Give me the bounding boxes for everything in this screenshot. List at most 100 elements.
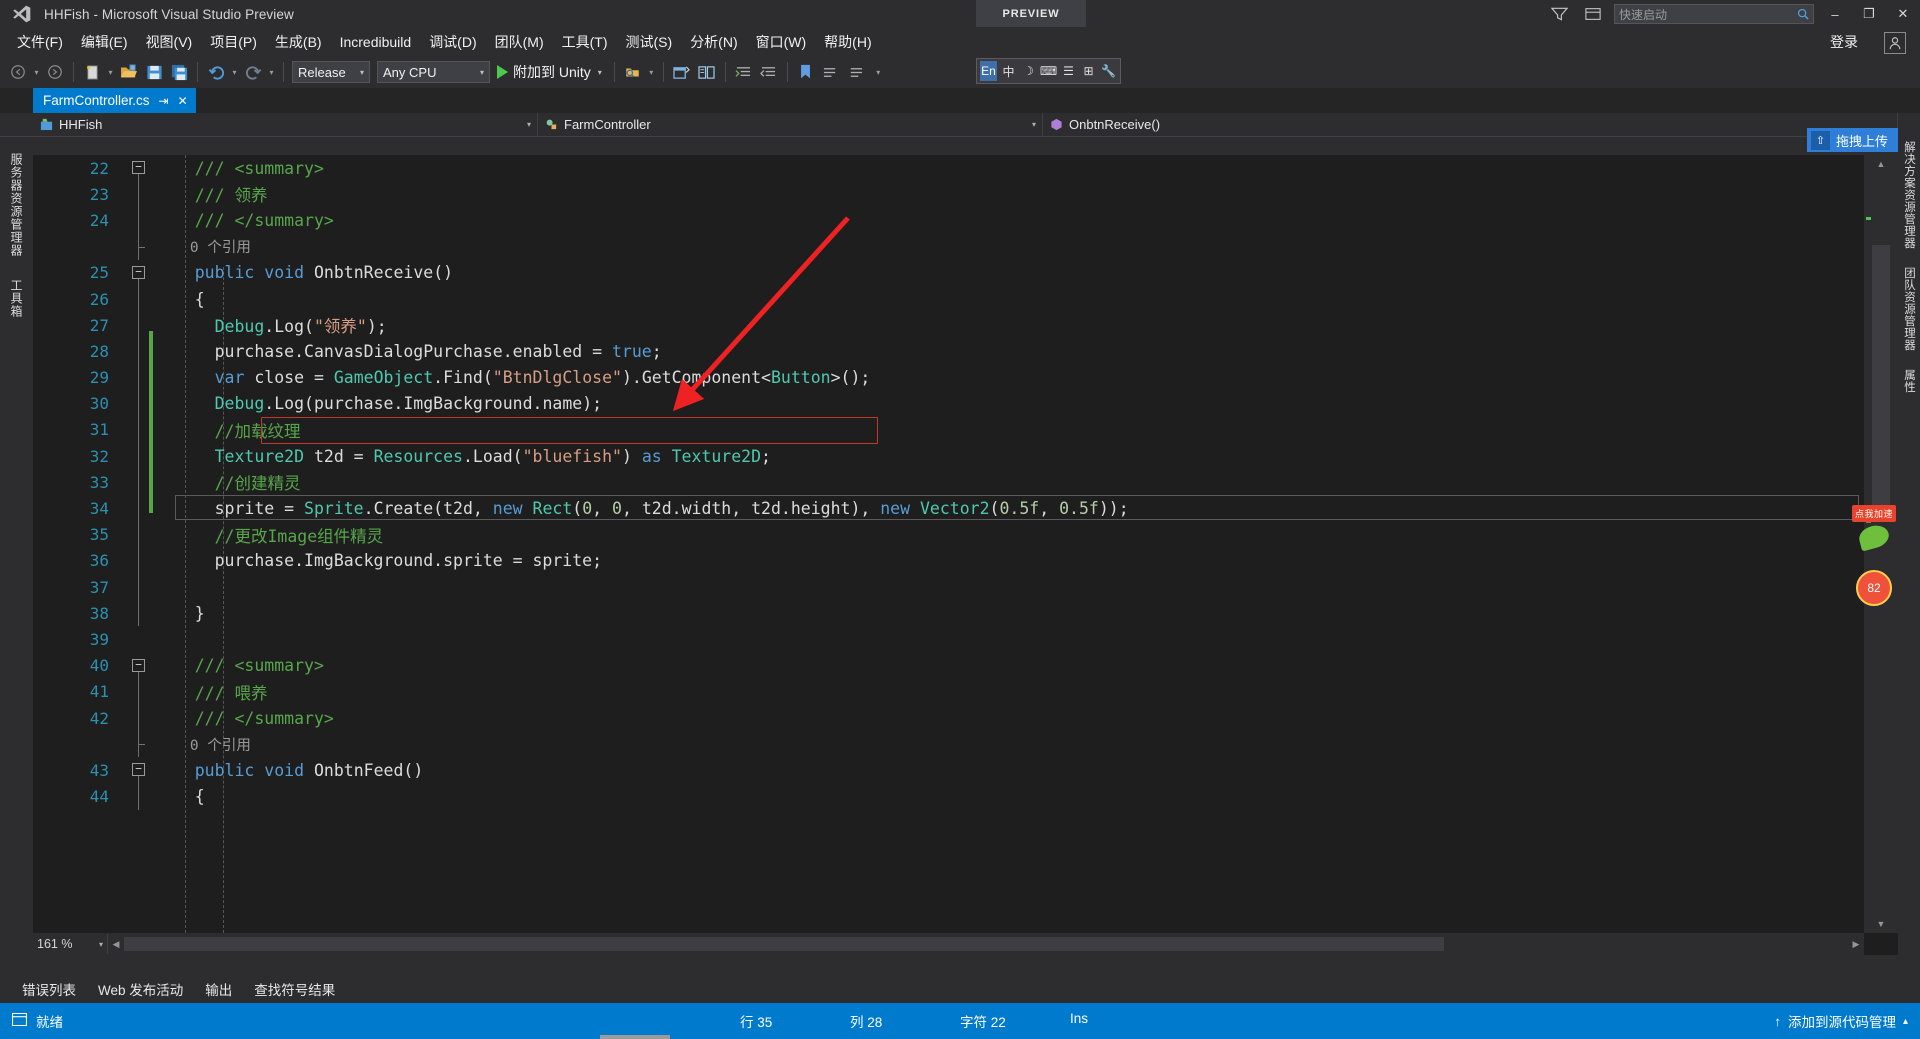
chevron-down-icon[interactable]: ▾ [598,68,602,77]
code-line[interactable]: 27 Debug.Log("领养"); [33,312,1864,339]
maximize-button[interactable]: ❐ [1852,0,1886,28]
solution-configuration-combo[interactable]: Release ▾ [292,61,370,83]
code-line[interactable]: 31 //加载纹理 [33,416,1864,444]
undo-caret-icon[interactable]: ▾ [229,60,240,84]
window-icon[interactable] [670,60,694,84]
code-line[interactable]: 36 purchase.ImgBackground.sprite = sprit… [33,547,1864,574]
fold-column[interactable] [125,233,155,260]
fold-column[interactable] [125,574,155,601]
new-project-icon[interactable] [80,60,104,84]
redo-caret-icon[interactable]: ▾ [266,60,277,84]
fold-column[interactable] [125,495,155,522]
horizontal-scroll-track[interactable] [124,934,1848,954]
sign-in-button[interactable]: 登录 [1830,28,1858,56]
chevron-down-icon[interactable]: ▾ [527,120,531,129]
ime-cell-keyboard[interactable]: ☰ [1060,61,1077,81]
scroll-right-arrow[interactable]: ▶ [1848,934,1864,954]
accelerator-ad-widget[interactable]: 点我加速 82 [1850,505,1898,625]
fold-column[interactable] [125,704,155,732]
code-line[interactable]: 28 purchase.CanvasDialogPurchase.enabled… [33,338,1864,365]
menu-item-incredibuild[interactable]: Incredibuild [331,31,421,53]
open-file-icon[interactable] [117,60,141,84]
ime-cell-chinese[interactable]: 中 [1000,61,1017,81]
menu-item-view[interactable]: 视图(V) [137,29,202,55]
menu-item-test[interactable]: 测试(S) [617,29,682,55]
code-line[interactable]: 23 /// 领养 [33,181,1864,208]
menu-item-analyze[interactable]: 分析(N) [681,29,746,55]
code-line[interactable]: 29 var close = GameObject.Find("BtnDlgCl… [33,364,1864,391]
code-line[interactable]: 34 sprite = Sprite.Create(t2d, new Rect(… [33,495,1864,522]
save-all-icon[interactable] [167,60,191,84]
send-feedback-icon[interactable] [1542,0,1576,28]
ime-cell-mode[interactable]: ☽ [1020,61,1037,81]
pin-icon[interactable]: ⇥ [159,94,169,108]
fold-column[interactable] [125,731,155,758]
fold-column[interactable] [125,312,155,339]
fold-column[interactable]: − [125,155,155,182]
code-line[interactable]: 0 个引用 [33,233,1864,260]
close-button[interactable]: ✕ [1886,0,1920,28]
code-line[interactable]: 25 − public void OnbtnReceive() [33,260,1864,286]
minimize-button[interactable]: – [1818,0,1852,28]
code-line[interactable]: 37 [33,574,1864,601]
ime-cell-settings[interactable]: 🔧 [1100,61,1117,81]
tab-error-list[interactable]: 错误列表 [22,979,76,999]
menu-item-project[interactable]: 项目(P) [201,29,266,55]
tab-find-symbol-results[interactable]: 查找符号结果 [254,979,335,999]
nav-forward-icon[interactable] [43,60,67,84]
scroll-down-arrow[interactable]: ▼ [1864,915,1898,933]
code-line[interactable]: 22 − /// <summary> [33,155,1864,182]
fold-column[interactable]: − [125,260,155,286]
fold-column[interactable] [125,416,155,444]
fold-column[interactable] [125,285,155,313]
ime-cell-punct[interactable]: ⌨ [1040,61,1057,81]
menu-item-help[interactable]: 帮助(H) [815,29,880,55]
code-lens-reference-count[interactable]: 0 个引用 [155,734,1864,755]
indent-icon[interactable] [732,60,756,84]
close-icon[interactable]: ✕ [178,94,188,108]
scroll-left-arrow[interactable]: ◀ [108,934,124,954]
ime-language-bar[interactable]: En 中 ☽ ⌨ ☰ ⊞ 🔧 [976,58,1121,84]
fold-column[interactable]: − [125,653,155,679]
fold-column[interactable] [125,547,155,574]
nav-back-icon[interactable] [6,60,30,84]
fold-column[interactable] [125,469,155,496]
comment-icon[interactable] [819,60,843,84]
ime-cell-lang[interactable]: En [980,61,997,81]
horizontal-scroll-thumb[interactable] [124,937,1444,951]
code-line[interactable]: 24 /// </summary> [33,207,1864,234]
menu-item-tools[interactable]: 工具(T) [553,29,617,55]
code-line[interactable]: 30 Debug.Log(purchase.ImgBackground.name… [33,390,1864,417]
attach-to-unity-button[interactable]: 附加到 Unity ▾ [491,62,608,82]
fold-column[interactable] [125,783,155,810]
account-icon[interactable] [1884,32,1906,54]
code-line[interactable]: 40 − /// <summary> [33,653,1864,679]
outdent-icon[interactable] [757,60,781,84]
code-line[interactable]: 26 { [33,285,1864,313]
navbar-member-dropdown[interactable]: OnbtnReceive() [1043,113,1898,136]
menu-item-file[interactable]: 文件(F) [8,29,72,55]
code-lines-container[interactable]: 22− /// <summary> 23 /// 领养 24 /// </summa… [33,155,1864,933]
uncomment-icon[interactable] [844,60,868,84]
find-caret-icon[interactable]: ▾ [646,60,657,84]
chevron-down-icon[interactable]: ▾ [1032,120,1036,129]
quick-launch-input[interactable]: 快速启动 [1614,4,1814,24]
fold-column[interactable] [125,181,155,208]
code-line[interactable]: 38 } [33,600,1864,627]
code-editor[interactable]: 22− /// <summary> 23 /// 领养 24 /// </summa… [33,155,1898,955]
navbar-type-dropdown[interactable]: FarmController ▾ [538,113,1043,136]
fold-column[interactable] [125,338,155,365]
code-line[interactable]: 33 //创建精灵 [33,469,1864,496]
menu-item-debug[interactable]: 调试(D) [420,29,485,55]
fold-collapse-icon[interactable]: − [132,763,145,777]
chevron-down-icon[interactable]: ▾ [99,940,103,949]
fold-column[interactable] [125,364,155,391]
document-tab-farmcontroller[interactable]: FarmController.cs ⇥ ✕ [33,88,196,113]
code-line[interactable]: 41 /// 喂养 [33,678,1864,705]
tab-web-publish[interactable]: Web 发布活动 [98,979,183,999]
fold-collapse-icon[interactable]: − [132,658,145,672]
editor-zoom-control[interactable]: 161 % ▾ [33,934,108,954]
drag-upload-widget[interactable]: ⇧ 拖拽上传 [1806,128,1898,152]
new-project-caret-icon[interactable]: ▾ [105,60,116,84]
menu-item-build[interactable]: 生成(B) [266,29,331,55]
